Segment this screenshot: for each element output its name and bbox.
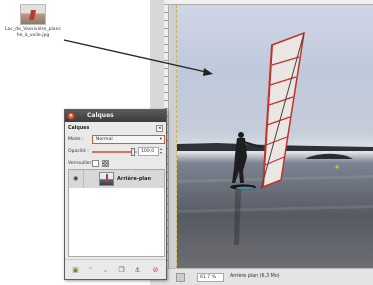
- layers-tab-header: Calques ◂: [65, 122, 166, 134]
- layer-thumbnail: [99, 172, 114, 186]
- opacity-row: Opacité : 100,0 ▴ ▾: [65, 146, 166, 158]
- opacity-slider-handle[interactable]: [131, 148, 135, 156]
- dialog-title: Calques: [87, 112, 114, 119]
- opacity-label: Opacité :: [68, 149, 89, 154]
- lock-alpha-icon[interactable]: [102, 160, 109, 167]
- opacity-input[interactable]: 100,0: [138, 147, 159, 156]
- anchor-layer-icon[interactable]: ⚓: [133, 266, 142, 275]
- layer-name[interactable]: Arrière-plan: [117, 176, 151, 182]
- lower-layer-icon[interactable]: ⌄: [101, 266, 110, 275]
- layer-row[interactable]: ◉ Arrière-plan: [69, 170, 164, 188]
- chain-cell[interactable]: [83, 170, 84, 188]
- duplicate-layer-icon[interactable]: ❐: [117, 266, 126, 275]
- lock-pixels-checkbox[interactable]: [92, 160, 99, 167]
- mode-value: Normal: [96, 137, 113, 142]
- annotation-arrow: [63, 39, 213, 76]
- layers-footer: ▣ ⌃ ⌄ ❐ ⚓ ⊘: [65, 259, 166, 279]
- mode-select[interactable]: Normal ▾: [92, 135, 165, 144]
- raise-layer-icon[interactable]: ⌃: [86, 266, 95, 275]
- mode-row: Mode : Normal ▾: [65, 134, 166, 146]
- opacity-spinner[interactable]: ▴ ▾: [160, 147, 165, 156]
- chevron-down-icon: ▾: [159, 137, 162, 142]
- layers-list[interactable]: ◉ Arrière-plan: [68, 169, 165, 257]
- layers-dialog: × Calques Calques ◂ Mode : Normal ▾ Opac…: [64, 109, 167, 280]
- delete-layer-icon[interactable]: ⊘: [151, 266, 160, 275]
- mode-label: Mode :: [68, 137, 84, 142]
- new-layer-icon[interactable]: ▣: [71, 266, 80, 275]
- desktop: Lac_de_Vassivière_planche_à_voile.jpg 61…: [0, 0, 373, 285]
- lock-label: Verrouiller :: [68, 161, 95, 166]
- opacity-slider-fill[interactable]: [92, 151, 134, 153]
- tab-menu-icon[interactable]: ◂: [156, 125, 163, 132]
- dialog-titlebar[interactable]: × Calques: [65, 110, 166, 122]
- layers-tab-label: Calques: [68, 126, 90, 131]
- close-icon[interactable]: ×: [67, 112, 75, 120]
- eye-icon[interactable]: ◉: [73, 175, 78, 182]
